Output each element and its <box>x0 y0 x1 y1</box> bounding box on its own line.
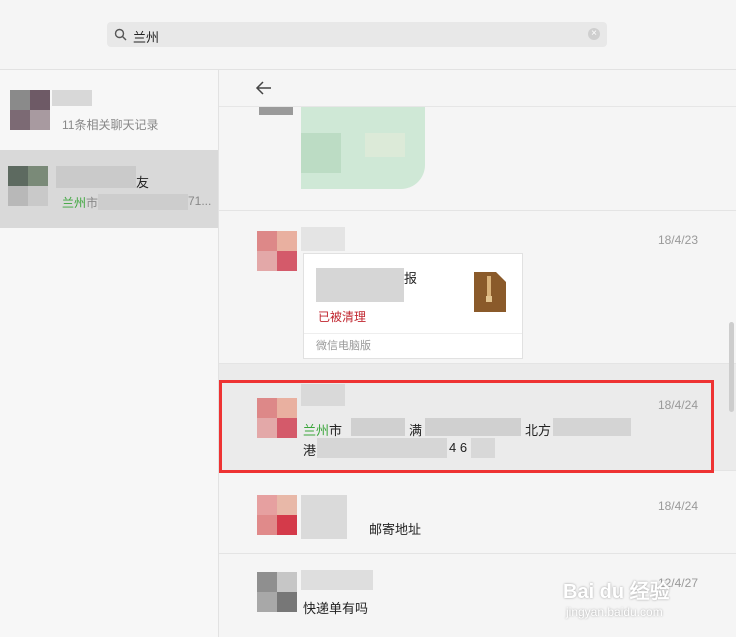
message-text: 快递单有吗 <box>303 601 369 616</box>
search-icon <box>114 28 127 41</box>
message-text: 邮寄地址 <box>369 522 422 537</box>
blurred-file-name <box>316 268 404 302</box>
result-item-contact[interactable]: 友 兰州市 71... <box>0 150 218 228</box>
avatar <box>257 572 297 612</box>
blurred-sender <box>301 227 345 251</box>
blurred-name <box>56 166 136 188</box>
avatar <box>8 166 48 206</box>
result-preview: 兰州市 <box>62 196 99 210</box>
search-results-list: 11条相关聊天记录 友 兰州市 71... <box>0 70 219 637</box>
message-date: 18/4/23 <box>657 233 698 247</box>
message-item[interactable] <box>219 107 736 211</box>
chat-history-pane: 18/4/23 报 已被清理 微信电脑版 18/4/24 兰州市 满 北方 港 … <box>219 70 736 637</box>
result-preview-tail: 71... <box>188 194 212 208</box>
avatar <box>257 231 297 271</box>
blurred-preview <box>98 194 188 210</box>
scrollbar[interactable] <box>729 322 734 412</box>
watermark-logo: Bai du 经验 <box>563 581 670 603</box>
zip-file-icon <box>474 272 506 312</box>
result-subtitle: 11条相关聊天记录 <box>62 118 159 132</box>
message-date: 18/4/24 <box>657 499 698 513</box>
search-input[interactable]: 兰州 × <box>107 22 607 47</box>
message-item[interactable]: 18/4/24 邮寄地址 <box>219 471 736 554</box>
result-item-chat-records[interactable]: 11条相关聊天记录 <box>0 70 218 148</box>
avatar <box>257 495 297 535</box>
highlight-box <box>219 380 714 473</box>
message-item[interactable]: 18/4/23 报 已被清理 微信电脑版 <box>219 211 736 364</box>
file-title: 报 <box>404 271 418 286</box>
blurred-sender <box>301 570 373 590</box>
avatar <box>10 90 50 130</box>
file-card[interactable]: 报 已被清理 微信电脑版 <box>303 253 523 359</box>
blurred-name <box>52 90 92 106</box>
blurred-sender <box>301 495 347 539</box>
watermark-url: jingyan.baidu.com <box>566 605 663 619</box>
search-bar-area: 兰州 × <box>0 0 736 70</box>
search-query: 兰州 <box>133 30 160 45</box>
contact-name-suffix: 友 <box>136 175 150 190</box>
history-header <box>219 70 736 107</box>
avatar <box>259 107 293 115</box>
file-source: 微信电脑版 <box>304 333 522 358</box>
back-arrow-icon[interactable] <box>255 79 273 97</box>
file-status: 已被清理 <box>318 310 367 324</box>
clear-search-icon[interactable]: × <box>588 28 600 40</box>
